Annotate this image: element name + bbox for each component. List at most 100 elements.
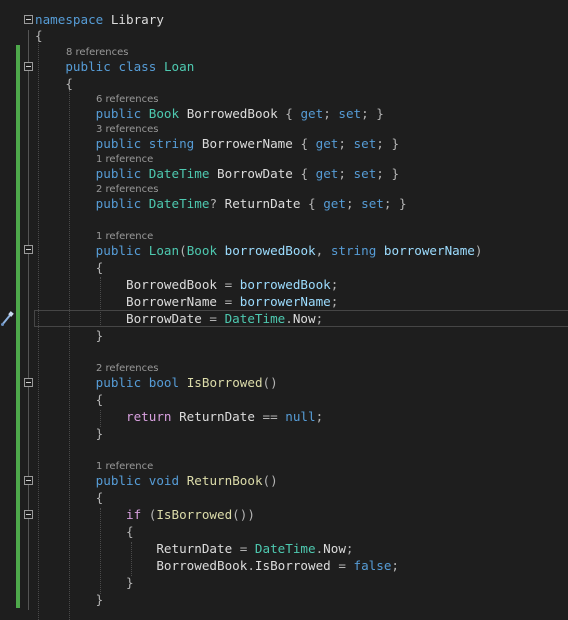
code-line[interactable]: public class Loan: [35, 59, 194, 75]
code-line[interactable]: public string BorrowerName { get; set; }: [35, 136, 399, 152]
code-token: IsBorrowed: [254, 558, 331, 573]
codelens-references[interactable]: 3 references: [96, 124, 159, 136]
code-token: .: [247, 558, 255, 573]
code-line[interactable]: {: [35, 260, 104, 276]
code-token: get: [323, 196, 346, 211]
code-token: {: [95, 392, 104, 407]
code-token: set: [361, 196, 384, 211]
code-token: DateTime: [224, 311, 286, 326]
code-token: if: [126, 507, 142, 522]
code-token: {: [300, 196, 324, 211]
code-line[interactable]: public void ReturnBook(): [35, 473, 278, 489]
code-token: ; }: [383, 196, 407, 211]
code-token: borrowedBook: [224, 243, 316, 258]
code-token: BorrowerName: [201, 136, 293, 151]
code-line[interactable]: ReturnDate = DateTime.Now;: [35, 541, 353, 557]
code-token: ;: [330, 277, 339, 292]
code-token: ;: [315, 409, 324, 424]
code-token: class: [118, 59, 157, 74]
code-token: ;: [338, 136, 354, 151]
code-line[interactable]: {: [35, 28, 43, 44]
code-token: ): [474, 243, 483, 258]
code-token: .: [285, 311, 293, 326]
code-token: ReturnDate: [156, 541, 233, 556]
code-token: ReturnDate: [179, 409, 255, 424]
code-token: ,: [315, 243, 331, 258]
code-line[interactable]: }: [35, 592, 104, 608]
code-token: (): [262, 473, 278, 488]
change-tracking-bar: [16, 45, 20, 608]
code-line[interactable]: }: [35, 426, 104, 442]
code-token: {: [95, 490, 104, 505]
code-line[interactable]: namespace Library: [35, 12, 164, 28]
codelens-references[interactable]: 2 references: [96, 363, 159, 375]
code-line[interactable]: BorrowedBook.IsBorrowed = false;: [35, 558, 399, 574]
code-token: DateTime: [148, 196, 210, 211]
code-token: ; }: [376, 166, 400, 181]
collapse-namespace-icon[interactable]: [24, 15, 33, 24]
code-line[interactable]: public DateTime? ReturnDate { get; set; …: [35, 196, 407, 212]
code-editor[interactable]: 8 references 6 references 3 references 1…: [0, 0, 568, 620]
code-line[interactable]: if (IsBorrowed()): [35, 507, 255, 523]
code-line[interactable]: {: [35, 392, 104, 408]
code-token: =: [217, 277, 240, 292]
code-token: ()): [232, 507, 255, 522]
code-token: set: [338, 106, 362, 121]
codelens-references[interactable]: 6 references: [96, 94, 159, 106]
collapse-if-icon[interactable]: [24, 510, 33, 519]
collapse-class-icon[interactable]: [24, 62, 33, 71]
collapse-isborrowed-icon[interactable]: [24, 378, 33, 387]
code-line[interactable]: BorrowerName = borrowerName;: [35, 294, 338, 310]
code-line[interactable]: }: [35, 575, 134, 591]
code-line[interactable]: BorrowDate = DateTime.Now;: [35, 311, 323, 327]
code-line[interactable]: return ReturnDate == null;: [35, 409, 323, 425]
codelens-references[interactable]: 2 references: [96, 184, 159, 196]
code-line[interactable]: public Book BorrowedBook { get; set; }: [35, 106, 384, 122]
code-token: =: [232, 541, 255, 556]
code-token: DateTime: [148, 166, 210, 181]
code-line[interactable]: public bool IsBorrowed(): [35, 375, 278, 391]
code-token: ==: [254, 409, 286, 424]
code-token: ?: [209, 196, 225, 211]
code-line[interactable]: public Loan(Book borrowedBook, string bo…: [35, 243, 483, 259]
quick-actions-brush-icon[interactable]: [0, 311, 14, 327]
code-token: ; }: [361, 106, 384, 121]
code-token: string: [330, 243, 377, 258]
code-token: set: [353, 136, 377, 151]
code-token: public: [95, 166, 142, 181]
code-token: borrowedBook: [239, 277, 331, 292]
code-line[interactable]: BorrowedBook = borrowedBook;: [35, 277, 338, 293]
code-line[interactable]: }: [35, 328, 104, 344]
collapse-returnbook-icon[interactable]: [24, 476, 33, 485]
code-line[interactable]: {: [35, 524, 134, 540]
codelens-references[interactable]: 1 reference: [96, 154, 153, 166]
code-token: }: [126, 575, 134, 590]
codelens-references[interactable]: 1 reference: [96, 231, 153, 243]
code-line[interactable]: public DateTime BorrowDate { get; set; }: [35, 166, 399, 182]
collapse-constructor-icon[interactable]: [24, 245, 33, 254]
code-line[interactable]: {: [35, 490, 104, 506]
code-line[interactable]: {: [35, 76, 73, 92]
code-token: {: [95, 260, 104, 275]
codelens-references[interactable]: 1 reference: [96, 461, 153, 473]
codelens-references[interactable]: 8 references: [66, 47, 129, 59]
code-token: public: [95, 106, 142, 121]
code-token: BorrowDate: [126, 311, 202, 326]
code-token: DateTime: [254, 541, 316, 556]
code-token: get: [300, 106, 324, 121]
code-token: (: [179, 243, 187, 258]
